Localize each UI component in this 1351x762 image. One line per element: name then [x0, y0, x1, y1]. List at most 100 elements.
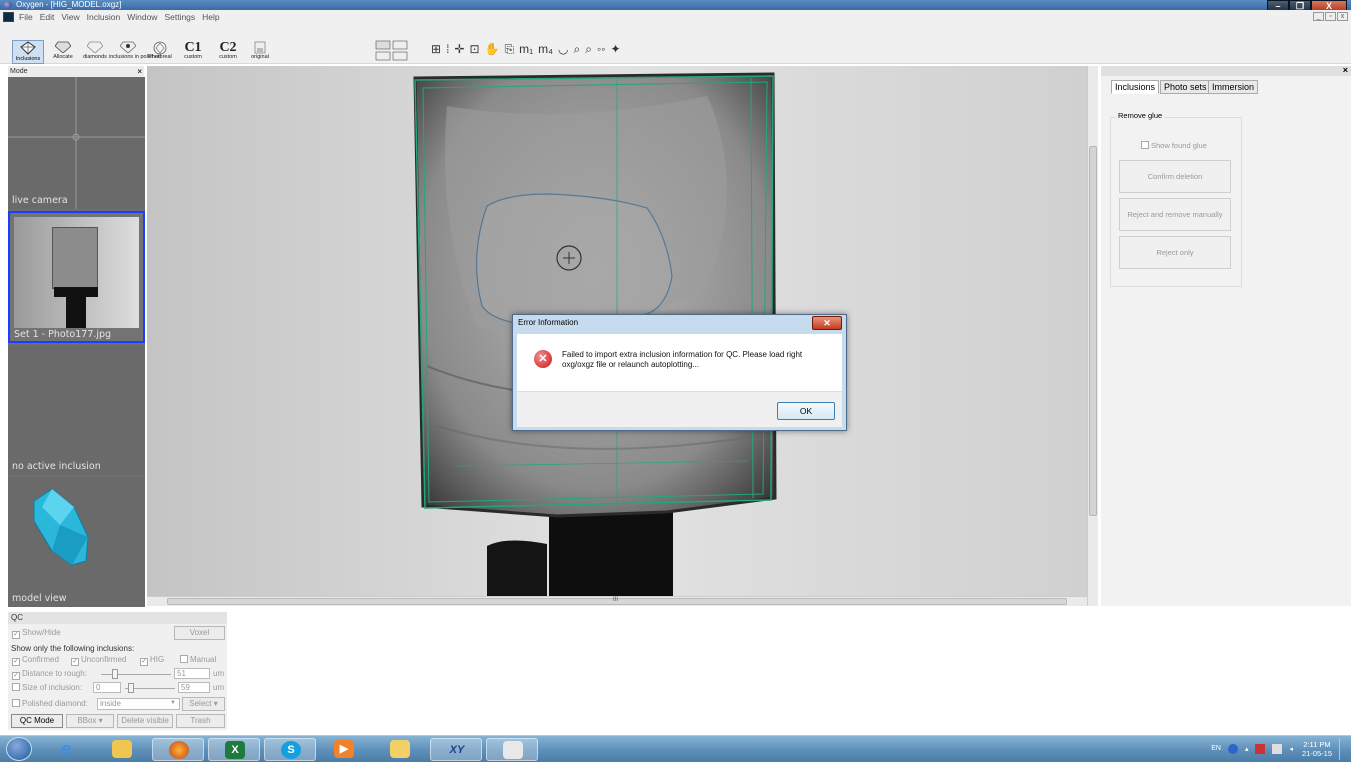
taskbar-folder[interactable]	[374, 738, 426, 761]
menu-file[interactable]: File	[19, 12, 33, 22]
allocate-button[interactable]: Allocate	[48, 41, 78, 61]
polished-diamond-label: Polished diamond:	[22, 699, 88, 708]
firefox-icon	[169, 741, 189, 759]
manual-checkbox[interactable]: Manual	[180, 654, 216, 666]
select-dropdown-button[interactable]: Select ▾	[182, 697, 225, 711]
taskbar-paint[interactable]	[486, 738, 538, 761]
model-view-tile[interactable]: model view	[8, 477, 145, 607]
start-button[interactable]	[6, 737, 32, 761]
diamonds-button[interactable]: diamonds	[80, 41, 110, 61]
bbox-dropdown-button[interactable]: BBox ▾	[66, 714, 114, 728]
help-icon[interactable]	[1227, 743, 1238, 754]
canvas-horizontal-scrollbar[interactable]: III	[147, 596, 1087, 606]
network-icon[interactable]	[1272, 743, 1283, 754]
menu-inclusion[interactable]: Inclusion	[87, 12, 121, 22]
flag-icon[interactable]	[1255, 743, 1266, 754]
dialog-close-button[interactable]: ✕	[812, 316, 842, 330]
checkbox-box[interactable]	[1141, 141, 1149, 149]
m1-icon[interactable]: m₁	[519, 42, 533, 56]
volume-icon[interactable]: ◂	[1289, 745, 1293, 753]
inclusions-in-polished-button[interactable]: inclusions in polished	[109, 41, 161, 61]
mdi-minimize-button[interactable]: _	[1313, 12, 1324, 21]
link-icon[interactable]: ◦◦	[597, 42, 606, 56]
hig-checkbox[interactable]: ✓ HIG	[140, 654, 164, 666]
taskbar-internet-explorer[interactable]: e	[40, 738, 92, 761]
menu-view[interactable]: View	[61, 12, 79, 22]
taskbar-oxygen[interactable]: XY	[430, 738, 482, 761]
photoreal-button[interactable]: Photoreal	[145, 41, 175, 61]
move-icon[interactable]: ✛	[454, 42, 464, 56]
active-inclusion-tile[interactable]: no active inclusion	[8, 345, 145, 475]
live-camera-tile[interactable]: live camera	[8, 77, 145, 209]
zoom-in-icon[interactable]: ⌕	[574, 42, 581, 57]
unconfirmed-checkbox[interactable]: ✓ Unconfirmed	[71, 654, 126, 666]
measure-icon[interactable]: ⎘	[504, 42, 514, 57]
clock[interactable]: 2:11 PM 21-05-15	[1302, 740, 1332, 758]
tab-immersion[interactable]: Immersion	[1208, 80, 1259, 94]
distance-value-field[interactable]: 51	[174, 668, 210, 679]
m4-icon[interactable]: m₄	[538, 42, 553, 56]
taskbar-skype[interactable]: S	[264, 738, 316, 761]
photo-set-tile[interactable]: Set 1 - Photo177.jpg	[8, 211, 145, 343]
polished-diamond-select[interactable]: inside ▼	[97, 698, 180, 710]
menu-settings[interactable]: Settings	[164, 12, 195, 22]
menu-edit[interactable]: Edit	[40, 12, 55, 22]
qc-mode-button[interactable]: QC Mode	[11, 714, 63, 728]
confirm-deletion-button[interactable]: Confirm deletion	[1119, 160, 1231, 193]
paint-icon	[503, 741, 523, 759]
side-panel-header: ×	[1101, 65, 1351, 76]
custom-c1-button[interactable]: C1 custom	[178, 41, 208, 61]
hand-icon[interactable]: ✋	[485, 42, 500, 56]
voxel-button[interactable]: Voxel	[174, 626, 225, 640]
show-found-glue-checkbox[interactable]: Show found glue	[1141, 141, 1207, 150]
menu-help[interactable]: Help	[202, 12, 219, 22]
media-player-icon: ▶	[334, 740, 354, 758]
language-indicator[interactable]: EN	[1211, 745, 1221, 752]
diamond-model-icon	[33, 488, 89, 566]
canvas-vertical-scrollbar[interactable]	[1087, 66, 1098, 606]
show-hide-checkbox[interactable]: ✓ Show/Hide	[12, 627, 61, 639]
size-max-field[interactable]: 59	[178, 682, 210, 693]
taskbar-file-explorer[interactable]	[96, 738, 148, 761]
sparkle-icon[interactable]: ✦	[611, 42, 621, 56]
tab-photo-sets[interactable]: Photo sets	[1160, 80, 1211, 94]
fit-icon[interactable]: ⊡	[469, 42, 479, 56]
taskbar-media[interactable]: ▶	[318, 738, 370, 761]
confirmed-checkbox[interactable]: ✓ Confirmed	[12, 654, 59, 666]
size-of-inclusion-checkbox[interactable]: Size of inclusion:	[12, 682, 82, 694]
taskbar-firefox[interactable]	[152, 738, 204, 761]
side-panel-close-icon[interactable]: ×	[1343, 65, 1348, 75]
vertical-scroll-thumb[interactable]	[1089, 146, 1097, 516]
document-icon[interactable]	[3, 12, 14, 22]
taskbar-excel[interactable]: X	[208, 738, 260, 761]
show-desktop-button[interactable]	[1339, 737, 1345, 760]
mdi-restore-button[interactable]: ▫	[1325, 12, 1336, 21]
horizontal-scroll-thumb[interactable]: III	[167, 597, 1067, 605]
inclusions-polished-icon	[120, 41, 136, 53]
ok-button[interactable]: OK	[777, 402, 835, 420]
size-min-field[interactable]: 0	[93, 682, 121, 693]
distance-slider-thumb[interactable]	[112, 669, 118, 679]
window-title-bar[interactable]	[0, 0, 1351, 10]
mode-panel-close-icon[interactable]: ×	[137, 66, 142, 77]
trash-button[interactable]: Trash	[176, 714, 225, 728]
inclusions-mode-button[interactable]: Inclusions	[12, 40, 44, 64]
reject-only-button[interactable]: Reject only	[1119, 236, 1231, 269]
polished-diamond-checkbox[interactable]: Polished diamond:	[12, 698, 88, 710]
system-tray: EN ▴ ◂ 2:11 PM 21-05-15	[1204, 737, 1345, 760]
delete-visible-button[interactable]: Delete visible	[117, 714, 173, 728]
custom-c2-button[interactable]: C2 custom	[213, 41, 243, 61]
zoom-out-icon[interactable]: ⌕	[585, 42, 592, 57]
tray-arrow-icon[interactable]: ▴	[1245, 745, 1249, 753]
grid-view-icon[interactable]: ⊞	[431, 42, 441, 56]
mdi-close-button[interactable]: x	[1337, 12, 1348, 21]
reject-and-remove-manually-button[interactable]: Reject and remove manually	[1119, 198, 1231, 231]
folder-icon	[112, 740, 132, 758]
menu-window[interactable]: Window	[127, 12, 157, 22]
distance-to-rough-checkbox[interactable]: ✓ Distance to rough:	[12, 668, 87, 680]
original-button[interactable]: original	[245, 41, 275, 61]
size-slider-thumb[interactable]	[128, 683, 134, 693]
tab-inclusions[interactable]: Inclusions	[1111, 80, 1160, 94]
eye-icon[interactable]: ◡	[558, 42, 568, 56]
layout-grid-icon[interactable]	[375, 40, 409, 62]
